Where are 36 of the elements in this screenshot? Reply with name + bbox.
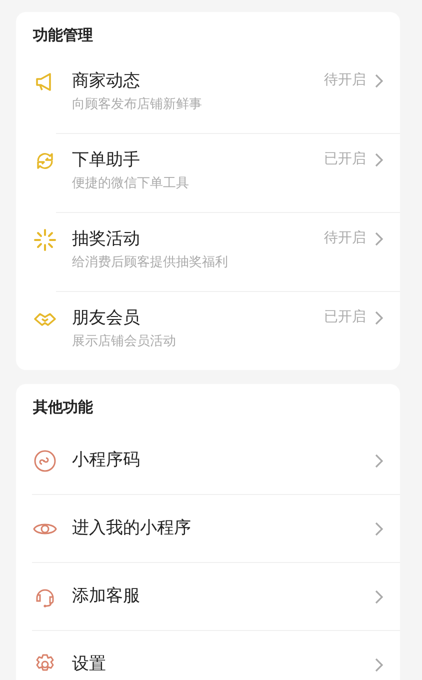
section-title: 功能管理 bbox=[32, 25, 94, 46]
chevron-icon bbox=[374, 588, 384, 604]
status-text: 已开启 bbox=[324, 308, 366, 327]
item-title: 进入我的小程序 bbox=[72, 517, 192, 540]
item-title: 设置 bbox=[72, 653, 107, 676]
status-text: 待开启 bbox=[324, 229, 366, 248]
menu-item[interactable]: 小程序码 bbox=[16, 427, 400, 494]
section-title: 其他功能 bbox=[32, 397, 94, 418]
sparkle-icon bbox=[33, 228, 57, 252]
item-title: 商家动态 bbox=[72, 70, 141, 92]
chevron-icon bbox=[374, 452, 384, 468]
chevron-icon bbox=[374, 152, 384, 168]
chevron-icon bbox=[374, 73, 384, 89]
item-title: 添加客服 bbox=[72, 585, 141, 608]
menu-item[interactable]: 朋友会员 展示店铺会员活动 已开启 bbox=[16, 292, 400, 370]
status-text: 待开启 bbox=[324, 71, 366, 90]
chevron-icon bbox=[374, 520, 384, 536]
chevron-icon bbox=[374, 310, 384, 326]
link-icon bbox=[33, 448, 57, 472]
menu-item[interactable]: 进入我的小程序 bbox=[16, 495, 400, 562]
chevron-icon bbox=[374, 231, 384, 247]
chevron-icon bbox=[374, 656, 384, 672]
item-title: 抽奖活动 bbox=[72, 228, 141, 250]
item-description: 展示店铺会员活动 bbox=[72, 333, 177, 352]
item-description: 便捷的微信下单工具 bbox=[72, 175, 190, 194]
menu-item[interactable]: 抽奖活动 给消费后顾客提供抽奖福利 待开启 bbox=[16, 213, 400, 291]
item-description: 向顾客发布店铺新鲜事 bbox=[72, 96, 203, 114]
item-title: 下单助手 bbox=[72, 149, 141, 172]
menu-item[interactable]: 添加客服 bbox=[16, 563, 400, 630]
status-text: 已开启 bbox=[324, 150, 366, 169]
item-title: 朋友会员 bbox=[72, 307, 141, 330]
menu-item[interactable]: 下单助手 便捷的微信下单工具 已开启 bbox=[16, 134, 400, 212]
menu-item[interactable]: 设置 bbox=[16, 631, 400, 680]
item-description: 给消费后顾客提供抽奖福利 bbox=[72, 254, 229, 272]
item-title: 小程序码 bbox=[72, 449, 141, 472]
menu-item[interactable]: 商家动态 向顾客发布店铺新鲜事 待开启 bbox=[16, 55, 400, 133]
